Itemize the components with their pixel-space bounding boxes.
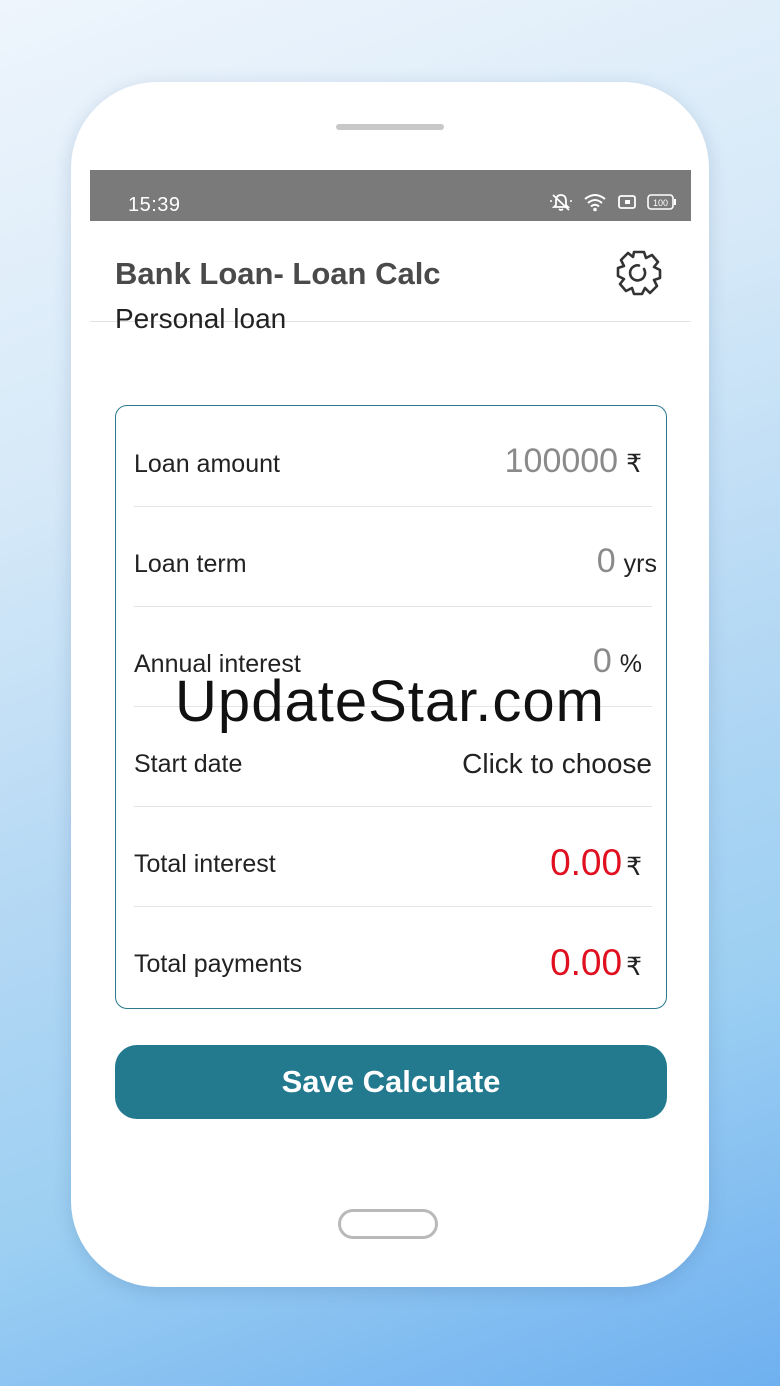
- status-bar: 15:39 100: [90, 170, 691, 221]
- settings-button[interactable]: [613, 247, 665, 299]
- loan-amount-row[interactable]: Loan amount 100000 ₹: [134, 406, 652, 507]
- loan-amount-input[interactable]: 100000: [505, 442, 618, 481]
- battery-level: 100: [653, 198, 668, 208]
- loan-term-label: Loan term: [134, 550, 247, 578]
- section-title: Personal loan: [115, 303, 287, 334]
- battery-icon: 100: [647, 194, 676, 210]
- gear-icon: [616, 250, 662, 296]
- app-title: Bank Loan- Loan Calc: [115, 256, 441, 291]
- total-payments-row: Total payments 0.00 ₹: [134, 906, 652, 1006]
- start-date-label: Start date: [134, 750, 243, 778]
- years-unit: yrs: [623, 550, 657, 578]
- total-payments-value: 0.00: [550, 942, 623, 983]
- sim-card-icon: [618, 195, 636, 209]
- rupee-unit: ₹: [626, 853, 642, 881]
- total-interest-row: Total interest 0.00 ₹: [134, 806, 652, 907]
- home-button[interactable]: [338, 1209, 438, 1239]
- loan-term-input[interactable]: 0: [597, 542, 616, 581]
- status-icons: 100: [549, 192, 677, 212]
- status-time: 15:39: [128, 194, 181, 216]
- watermark-text: UpdateStar.com: [175, 669, 605, 734]
- rupee-unit: ₹: [626, 953, 642, 981]
- loan-amount-label: Loan amount: [134, 450, 280, 478]
- total-interest-value: 0.00: [550, 842, 623, 883]
- wifi-icon: [584, 194, 606, 212]
- speaker-grille: [336, 124, 444, 130]
- loan-term-row[interactable]: Loan term 0 yrs: [134, 506, 657, 607]
- start-date-picker[interactable]: Click to choose: [462, 748, 652, 780]
- rupee-unit: ₹: [626, 450, 642, 478]
- total-payments-label: Total payments: [134, 950, 303, 978]
- total-interest-label: Total interest: [134, 850, 276, 878]
- bell-muted-icon: [550, 194, 572, 211]
- save-calculate-button[interactable]: Save Calculate: [115, 1045, 667, 1119]
